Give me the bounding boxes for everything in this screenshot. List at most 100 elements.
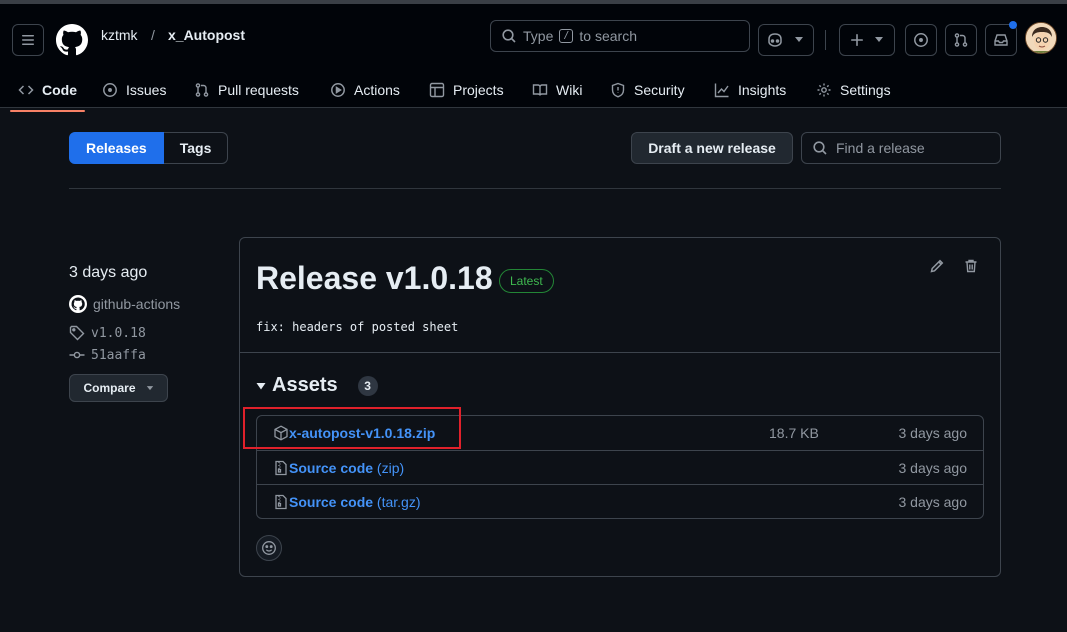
- tab-security[interactable]: Security: [610, 68, 685, 112]
- issue-icon: [103, 83, 117, 97]
- tab-insights-label: Insights: [738, 82, 787, 98]
- card-divider: [240, 352, 1000, 353]
- tab-pull-requests-label: Pull requests: [218, 82, 299, 98]
- menu-button[interactable]: [12, 24, 44, 56]
- tab-actions[interactable]: Actions: [330, 68, 400, 112]
- smiley-icon: [262, 541, 276, 555]
- source-zip-link[interactable]: Source code (zip): [289, 460, 404, 476]
- asset-date: 3 days ago: [898, 425, 968, 441]
- release-tag-name: v1.0.18: [91, 325, 146, 341]
- search-icon: [813, 141, 827, 155]
- search-prefix: Type: [523, 28, 554, 44]
- assets-count: 3: [357, 375, 378, 396]
- graph-icon: [714, 83, 729, 98]
- copilot-button[interactable]: [758, 24, 814, 56]
- tags-tab-button[interactable]: Tags: [163, 132, 229, 164]
- github-logo-icon[interactable]: [56, 24, 88, 59]
- release-author-name: github-actions: [93, 296, 181, 312]
- asset-date: 3 days ago: [898, 459, 968, 476]
- tab-issues[interactable]: Issues: [102, 68, 166, 112]
- file-zip-icon: [273, 460, 289, 479]
- git-commit-icon: [69, 351, 85, 359]
- release-time: 3 days ago: [69, 264, 148, 281]
- source-targz-suffix: (tar.gz): [376, 493, 421, 510]
- table-icon: [429, 82, 445, 98]
- search-input[interactable]: Type / to search: [490, 20, 750, 52]
- search-shortcut-key: /: [559, 29, 574, 43]
- breadcrumb-owner[interactable]: kztmk: [101, 27, 138, 43]
- notification-indicator: [1009, 21, 1017, 29]
- section-divider: [69, 188, 1001, 189]
- asset-download-link[interactable]: x-autopost-v1.0.18.zip: [289, 425, 435, 441]
- latest-badge: Latest: [499, 269, 554, 293]
- asset-size: 18.7 KB: [769, 425, 819, 441]
- tab-wiki[interactable]: Wiki: [532, 68, 582, 112]
- release-tag[interactable]: v1.0.18: [69, 325, 146, 341]
- source-targz-link[interactable]: Source code (tar.gz): [289, 494, 421, 510]
- compare-label: Compare: [83, 381, 136, 395]
- edit-release-button[interactable]: [929, 258, 945, 277]
- issue-opened-icon: [914, 33, 928, 47]
- copilot-icon: [768, 33, 782, 47]
- global-bar: kztmk / x_Autopost Type / to search: [0, 4, 1067, 68]
- issues-button[interactable]: [905, 24, 937, 56]
- tab-wiki-label: Wiki: [556, 82, 583, 98]
- tag-icon: [69, 325, 85, 341]
- chevron-down-icon: [795, 37, 803, 42]
- release-commit[interactable]: 51aaffa: [69, 347, 146, 363]
- pull-request-icon: [195, 83, 209, 97]
- tab-settings[interactable]: Settings: [816, 68, 891, 112]
- tab-pull-requests[interactable]: Pull requests: [194, 68, 299, 112]
- add-reaction-button[interactable]: [256, 535, 282, 561]
- avatar[interactable]: [1025, 22, 1057, 54]
- header-divider: [825, 30, 826, 50]
- compare-button[interactable]: Compare: [69, 374, 168, 402]
- find-release-placeholder: Find a release: [836, 140, 925, 156]
- pull-requests-button[interactable]: [945, 24, 977, 56]
- source-targz-name: Source code: [289, 493, 374, 510]
- tab-settings-label: Settings: [840, 82, 891, 98]
- releases-tags-toggle: Releases Tags: [69, 132, 229, 164]
- tab-projects[interactable]: Projects: [429, 68, 504, 112]
- tab-code[interactable]: Code: [10, 68, 85, 112]
- release-description: fix: headers of posted sheet: [256, 320, 459, 334]
- pencil-icon: [930, 259, 944, 273]
- assets-toggle[interactable]: Assets 3: [256, 374, 378, 397]
- search-icon: [502, 29, 516, 43]
- plus-icon: [851, 34, 863, 46]
- source-zip-name: Source code: [289, 459, 374, 476]
- repo-nav: Code Issues Pull requests Actions Projec…: [0, 68, 1067, 112]
- chevron-down-icon: [875, 37, 883, 42]
- code-icon: [18, 85, 34, 95]
- breadcrumb-separator: /: [151, 27, 155, 43]
- find-release-input[interactable]: Find a release: [801, 132, 1001, 164]
- breadcrumb-repo[interactable]: x_Autopost: [168, 27, 245, 43]
- list-item: x-autopost-v1.0.18.zip 18.7 KB 3 days ag…: [257, 416, 983, 450]
- package-icon: [273, 425, 289, 444]
- inbox-icon: [994, 34, 1008, 46]
- tab-security-label: Security: [634, 82, 685, 98]
- trash-icon: [965, 259, 977, 273]
- asset-date: 3 days ago: [898, 493, 968, 510]
- delete-release-button[interactable]: [963, 258, 979, 277]
- file-zip-icon: [273, 494, 289, 513]
- releases-tab-button[interactable]: Releases: [69, 132, 164, 164]
- github-actions-avatar-icon: [69, 295, 87, 313]
- release-title[interactable]: Release v1.0.18: [256, 260, 493, 297]
- draft-release-button[interactable]: Draft a new release: [631, 132, 793, 164]
- release-author[interactable]: github-actions: [69, 295, 180, 313]
- play-icon: [331, 83, 345, 97]
- triangle-down-icon: [256, 382, 266, 389]
- tab-insights[interactable]: Insights: [714, 68, 786, 112]
- list-item: Source code (tar.gz) 3 days ago: [257, 484, 983, 518]
- search-suffix: to search: [579, 28, 637, 44]
- release-card: Release v1.0.18 Latest fix: headers of p…: [239, 237, 1001, 577]
- top-header: kztmk / x_Autopost Type / to search Code…: [0, 0, 1067, 112]
- release-commit-sha: 51aaffa: [91, 347, 146, 363]
- create-new-button[interactable]: [839, 24, 895, 56]
- tab-actions-label: Actions: [354, 82, 400, 98]
- tab-code-label: Code: [42, 82, 77, 98]
- assets-list: x-autopost-v1.0.18.zip 18.7 KB 3 days ag…: [256, 415, 984, 519]
- book-icon: [532, 84, 548, 96]
- chevron-down-icon: [146, 385, 153, 390]
